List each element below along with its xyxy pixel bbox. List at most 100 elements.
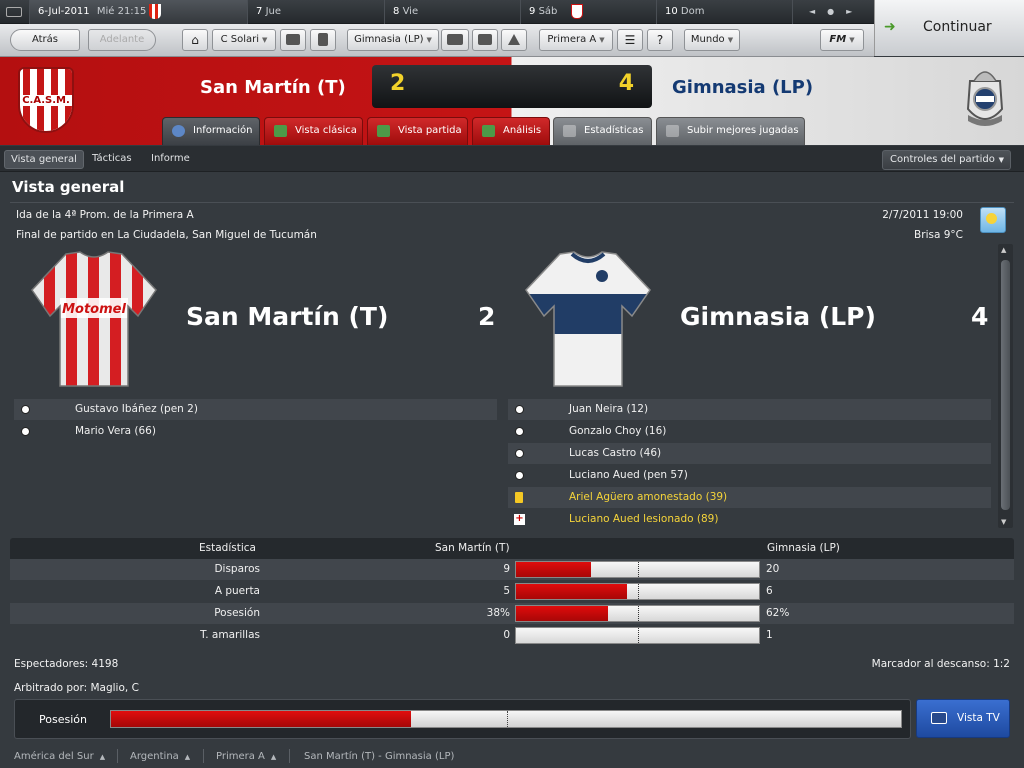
fm-menu[interactable]: FM ▼ [820,29,864,51]
analysis-icon [482,125,495,137]
stats-row[interactable]: Posesión 38% 62% [10,603,1014,624]
stat-home-value: 38% [486,607,510,619]
away-event-goal[interactable]: Luciano Aued (pen 57) [508,465,991,486]
manager-menu[interactable]: C Solari ▼ [212,29,276,51]
scroll-down-icon[interactable]: ▼ [1001,518,1006,526]
world-menu[interactable]: Mundo ▼ [684,29,740,51]
tv-view-button[interactable]: Vista TV [916,699,1010,738]
now-icon[interactable]: ● [827,7,846,16]
match-controls-dropdown[interactable]: Controles del partido ▼ [882,150,1011,170]
match-datetime: 2/7/2011 19:00 [882,209,963,221]
subtab-vista-general[interactable]: Vista general [4,150,84,169]
home-big-score: 2 [478,302,496,331]
day-label: Vie [402,6,419,17]
training-button[interactable] [501,29,527,51]
weather-sun-icon [980,207,1006,233]
away-crest[interactable] [962,65,1008,135]
back-button[interactable]: Atrás [10,29,80,51]
scroll-up-icon[interactable]: ▲ [1001,246,1006,254]
tab-vista-partida[interactable]: Vista partida [367,117,468,145]
away-event-injury[interactable]: + Luciano Aued lesionado (89) [508,509,991,530]
stat-label: T. amarillas [200,629,260,641]
calendar-day[interactable]: 7 Jue [248,0,385,24]
calendar-day[interactable]: 8 Vie [385,0,521,24]
calendar-bar: 6-Jul-2011 Mié 21:15 7 Jue 8 Vie 9 Sáb 1… [0,0,874,24]
caret-up-icon: ▲ [99,753,106,761]
next-icon[interactable]: ► [846,7,864,16]
home-crest[interactable]: C.A.S.M. [18,67,74,133]
event-text: Mario Vera (66) [75,425,156,437]
stat-bar [515,627,760,644]
attendance: Espectadores: 4198 [14,658,119,670]
breadcrumb-label: América del Sur [14,751,94,762]
tab-estadisticas[interactable]: Estadísticas [553,117,652,145]
away-event-goal[interactable]: Juan Neira (12) [508,399,991,420]
calendar-day[interactable]: 9 Sáb [521,0,657,24]
competition-menu[interactable]: Primera A ▼ [539,29,613,51]
opponent-flag-icon [571,4,583,19]
caret-up-icon: ▲ [184,753,191,761]
manager-label: C Solari [220,34,260,45]
calendar-today[interactable]: 6-Jul-2011 Mié 21:15 [30,0,248,24]
away-team-big-name[interactable]: Gimnasia (LP) [680,302,876,331]
stats-col-home: San Martín (T) [435,542,510,554]
home-team-name[interactable]: San Martín (T) [200,77,346,98]
caret-up-icon: ▲ [270,753,277,761]
inbox-button[interactable] [280,29,306,51]
breadcrumb-item[interactable]: Primera A ▲ [216,751,276,762]
tactics-button[interactable] [472,29,498,51]
list-button[interactable]: ☰ [617,29,643,51]
continue-button[interactable]: ➜ Continuar [874,0,1024,56]
stats-row[interactable]: A puerta 5 6 [10,581,1014,602]
clipboard-button[interactable] [310,29,336,51]
competition-info[interactable]: Ida de la 4ª Prom. de la Primera A [16,209,194,221]
prev-icon[interactable]: ◄ [809,7,827,16]
ball-icon [515,449,524,458]
stat-label: A puerta [214,585,260,597]
chevron-down-icon: ▼ [599,36,605,44]
arrow-right-icon: ➜ [884,19,896,35]
squad-button[interactable] [441,29,469,51]
home-event-goal[interactable]: Mario Vera (66) [14,421,497,442]
day-num: 7 [256,6,263,17]
help-button[interactable]: ? [647,29,673,51]
away-event-goal[interactable]: Gonzalo Choy (16) [508,421,991,442]
tactics-icon [478,34,492,45]
away-event-yellow-card[interactable]: Ariel Agüero amonestado (39) [508,487,991,508]
subtab-informe[interactable]: Informe [145,150,196,169]
scroll-thumb[interactable] [1001,260,1010,510]
keyboard-icon[interactable] [0,0,30,24]
breadcrumb-label: San Martín (T) - Gimnasia (LP) [304,751,455,762]
stats-row[interactable]: T. amarillas 0 1 [10,625,1014,646]
calendar-day[interactable]: 10 Dom [657,0,793,24]
tab-informacion[interactable]: Información [162,117,260,145]
club-menu[interactable]: Gimnasia (LP) ▼ [347,29,439,51]
stats-header: Estadística San Martín (T) Gimnasia (LP) [10,538,1014,559]
referee[interactable]: Arbitrado por: Maglio, C [14,682,139,694]
stat-away-value: 20 [766,563,780,575]
away-event-goal[interactable]: Lucas Castro (46) [508,443,991,464]
breadcrumb-item[interactable]: Argentina ▲ [130,751,190,762]
scrollbar[interactable]: ▲ ▼ [998,244,1013,528]
possession-bar [110,710,902,728]
home-event-goal[interactable]: Gustavo Ibáñez (pen 2) [14,399,497,420]
stat-label: Disparos [214,563,260,575]
stat-away-value: 62% [766,607,790,619]
home-button[interactable]: ⌂ [182,29,208,51]
tab-subir-mejores-jugadas[interactable]: Subir mejores jugadas [656,117,805,145]
subtab-tacticas[interactable]: Tácticas [86,150,138,169]
stat-home-value: 0 [503,629,510,641]
calendar-nav[interactable]: ◄●► [793,0,874,24]
tab-analisis[interactable]: Análisis [472,117,550,145]
forward-button[interactable]: Adelante [88,29,156,51]
home-team-big-name[interactable]: San Martín (T) [186,302,388,331]
breadcrumb-item[interactable]: América del Sur ▲ [14,751,105,762]
tab-vista-clasica[interactable]: Vista clásica [264,117,363,145]
stat-label: Posesión [214,607,260,619]
tv-view-label: Vista TV [957,712,1000,724]
away-team-name[interactable]: Gimnasia (LP) [672,77,813,98]
competition-label: Primera A [547,34,597,45]
breadcrumb-item[interactable]: San Martín (T) - Gimnasia (LP) [304,751,454,762]
stats-row[interactable]: Disparos 9 20 [10,559,1014,580]
chevron-down-icon: ▼ [727,36,734,44]
